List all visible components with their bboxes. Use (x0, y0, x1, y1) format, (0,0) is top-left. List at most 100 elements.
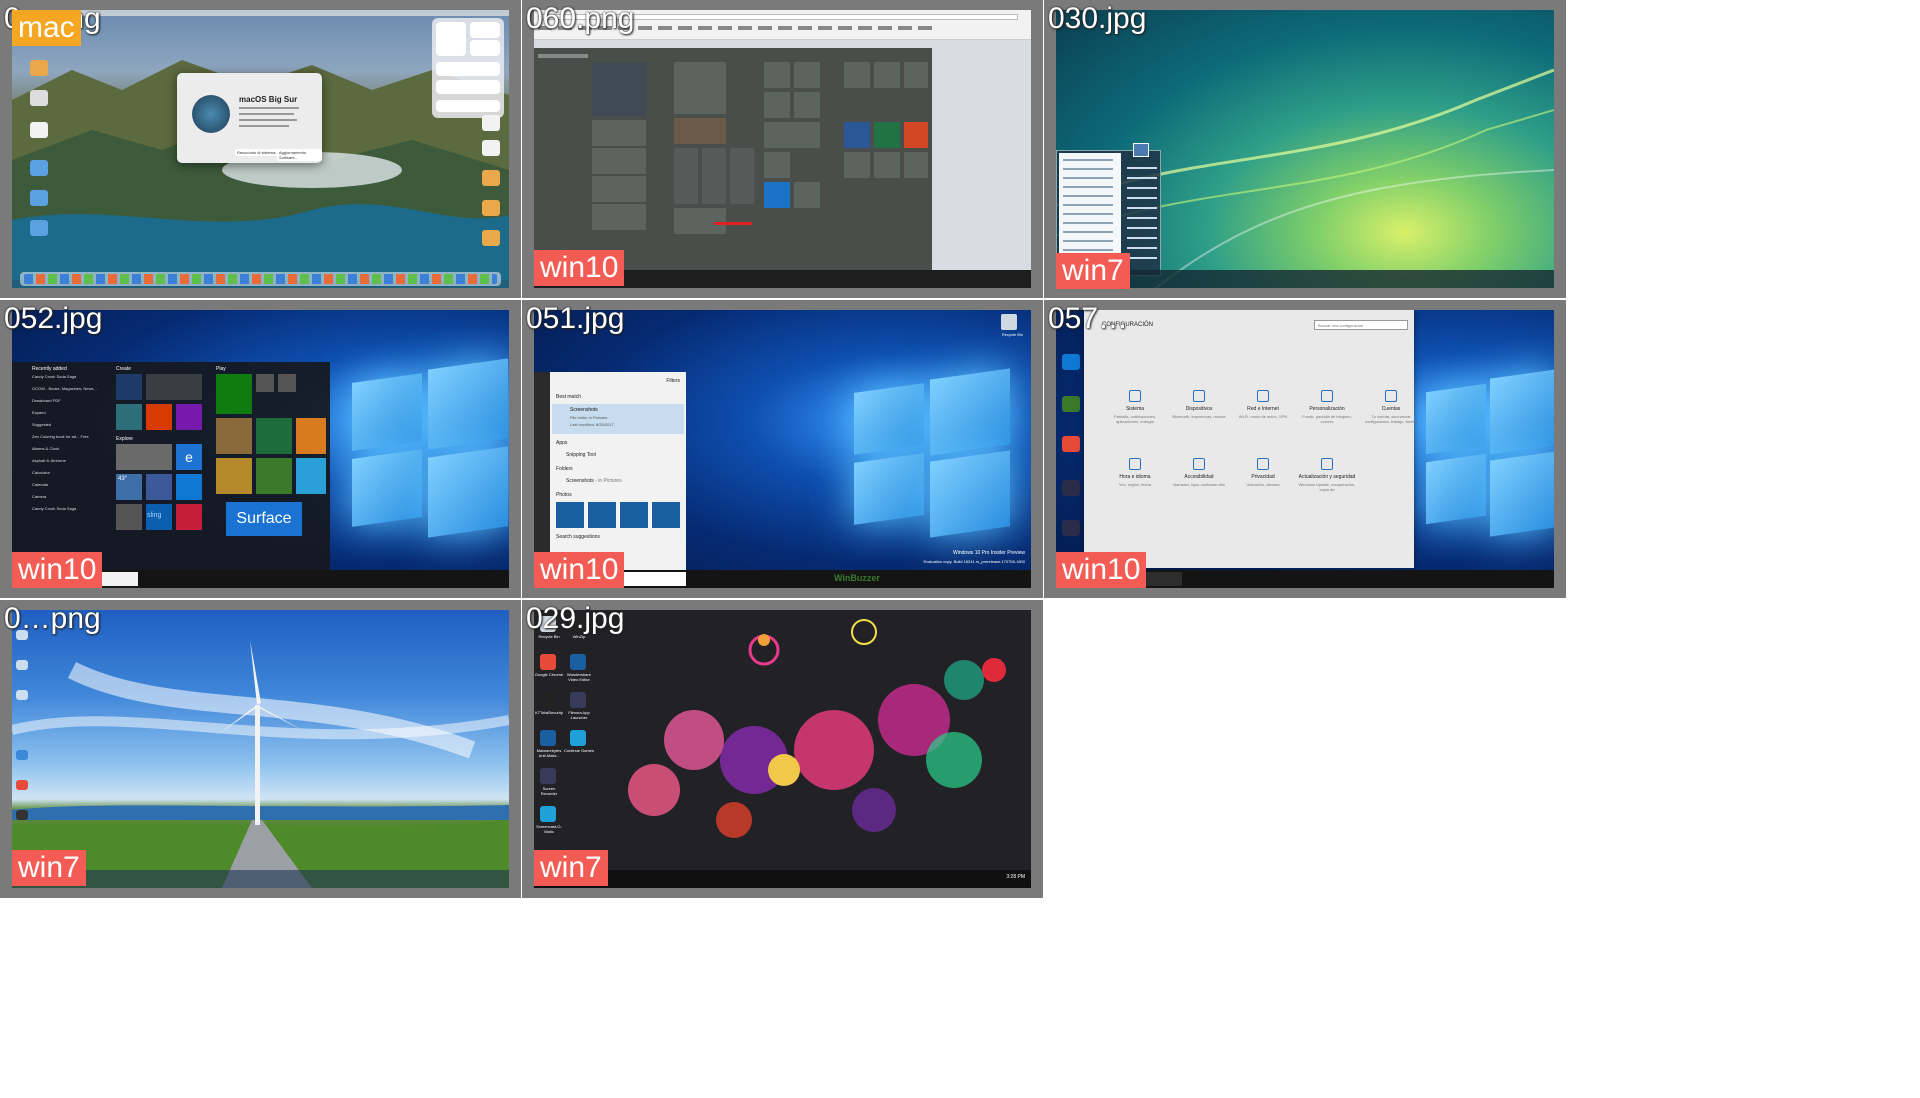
edge-tile[interactable]: e (176, 444, 202, 470)
outlook-tile[interactable] (146, 374, 202, 400)
app-list-item[interactable]: Drawboard PDF (32, 398, 112, 410)
settings-item[interactable]: Cuentas Tu cuenta, sincronizar configurac… (1362, 390, 1420, 424)
photo-thumb[interactable] (620, 502, 648, 528)
folder-icon[interactable] (482, 170, 500, 186)
sling-tile[interactable]: sling (146, 504, 172, 530)
settings-item[interactable]: Sistema Pantalla, notificaciones, aplicac… (1106, 390, 1164, 424)
app-tile[interactable] (844, 152, 870, 178)
movies-tile[interactable] (278, 374, 296, 392)
settings-item[interactable]: Privacidad Ubicación, cámara (1234, 458, 1292, 487)
promo-tile[interactable] (176, 504, 202, 530)
office-tile[interactable] (146, 404, 172, 430)
mac-system-report-button[interactable]: Resoconto di sistema... (235, 149, 281, 156)
onenote-tile[interactable] (176, 404, 202, 430)
app-tile[interactable] (764, 92, 790, 118)
desktop-icon[interactable] (570, 654, 586, 670)
app-tile[interactable] (874, 62, 900, 88)
app-list-item[interactable]: Asphalt 8: Airborne (32, 458, 112, 470)
xbox-tile[interactable] (216, 374, 252, 414)
app-list-item[interactable]: Expand (32, 410, 112, 422)
app-list-item[interactable]: Alarms & Clock (32, 446, 112, 458)
folder-icon[interactable] (482, 230, 500, 246)
document-icon[interactable] (482, 140, 500, 156)
chrome-icon[interactable] (1062, 436, 1080, 452)
app-icon[interactable] (1062, 480, 1080, 496)
skype-icon[interactable] (1062, 354, 1080, 370)
desktop-icon[interactable] (540, 806, 556, 822)
surface-tile[interactable]: Surface (226, 502, 302, 536)
best-match-result[interactable]: Screenshots File folder in Pictures Last… (552, 404, 684, 434)
filters-button[interactable]: Filters (666, 378, 680, 384)
settings-search-box[interactable]: Buscar una configuración (1314, 320, 1408, 330)
movies-tile[interactable] (674, 208, 726, 234)
chrome-icon[interactable] (16, 780, 28, 790)
skype-tile[interactable] (176, 474, 202, 500)
asphalt-tile[interactable] (216, 458, 252, 494)
settings-item[interactable]: Actualización y seguridad Windows Update,… (1298, 458, 1356, 492)
app-list-item[interactable]: OCOW - Books, Magazines, News... (32, 386, 112, 398)
desktop-icon[interactable] (570, 692, 586, 708)
app-icon[interactable] (16, 690, 28, 700)
app-list-item[interactable]: Candy Crush Soda Saga (32, 374, 112, 386)
cortana-tile[interactable] (592, 204, 646, 230)
edge-tile[interactable] (764, 182, 790, 208)
mail-tile[interactable] (592, 148, 646, 174)
settings-item[interactable]: Personalización Fondo, pantalla de bloque… (1298, 390, 1356, 424)
excel-tile[interactable] (874, 122, 900, 148)
app-list-item[interactable]: Zen Coloring book for ad... Free (32, 434, 112, 446)
facebook-tile[interactable] (146, 474, 172, 500)
game-tile[interactable] (296, 458, 326, 494)
settings-item[interactable]: Dispositivos Bluetooth, impresoras, mouse (1170, 390, 1228, 419)
settings-item[interactable]: Accesibilidad Narrador, lupa, contraste a… (1170, 458, 1228, 487)
media-grid-tile[interactable] (674, 148, 754, 204)
mac-software-update-button[interactable]: Aggiornamento Software... (277, 149, 322, 161)
app-tile[interactable] (794, 62, 820, 88)
app-tile[interactable] (794, 92, 820, 118)
app-tile[interactable] (764, 62, 790, 88)
network-icon[interactable] (16, 660, 28, 670)
powerpoint-tile[interactable] (904, 122, 928, 148)
folder-icon[interactable] (482, 200, 500, 216)
app-icon[interactable] (1062, 520, 1080, 536)
desktop-icon[interactable] (540, 768, 556, 784)
document-icon[interactable] (482, 115, 500, 131)
desktop-icon[interactable] (540, 730, 556, 746)
app-tile[interactable] (764, 122, 820, 148)
app-tile[interactable] (764, 152, 790, 178)
app-list-item[interactable]: Calendar (32, 482, 112, 494)
photos-tile[interactable] (674, 62, 726, 114)
news-tile[interactable] (674, 118, 726, 144)
groove-tile[interactable] (256, 374, 274, 392)
app-tile[interactable] (794, 182, 820, 208)
recycle-bin-icon[interactable] (1001, 314, 1017, 330)
app-list-item[interactable]: Camera (32, 494, 112, 506)
folder-icon[interactable] (30, 60, 48, 76)
drive-icon[interactable] (30, 90, 48, 106)
app-tile[interactable] (904, 62, 928, 88)
word-tile[interactable] (844, 122, 870, 148)
app-icon[interactable] (16, 810, 28, 820)
desktop-icon[interactable] (570, 730, 586, 746)
onedrive-tile[interactable] (116, 404, 142, 430)
settings-item[interactable]: Red e Internet Wi-Fi, modo de avión, VPN (1234, 390, 1292, 419)
app-tile[interactable] (844, 62, 870, 88)
app-list-item[interactable]: Candy Crush Soda Saga (32, 506, 112, 518)
photo-thumb[interactable] (588, 502, 616, 528)
ie-icon[interactable] (16, 750, 28, 760)
document-icon[interactable] (30, 122, 48, 138)
app-tile[interactable] (874, 152, 900, 178)
solitaire-tile[interactable] (256, 418, 292, 454)
people-tile[interactable] (592, 176, 646, 202)
app-tile[interactable] (904, 152, 928, 178)
settings-item[interactable]: Hora e idioma Voz, región, fecha (1106, 458, 1164, 487)
folder-icon[interactable] (30, 160, 48, 176)
weather-tile[interactable] (592, 62, 646, 116)
game-tile[interactable] (256, 458, 292, 494)
desktop-icon[interactable] (540, 692, 556, 708)
mail-tile[interactable] (116, 374, 142, 400)
calendar-tile[interactable] (592, 120, 646, 146)
folder-result[interactable]: Screenshots - in Pictures (566, 478, 622, 484)
store-tile[interactable] (116, 444, 172, 470)
candy-tile[interactable] (296, 418, 326, 454)
folder-icon[interactable] (30, 190, 48, 206)
